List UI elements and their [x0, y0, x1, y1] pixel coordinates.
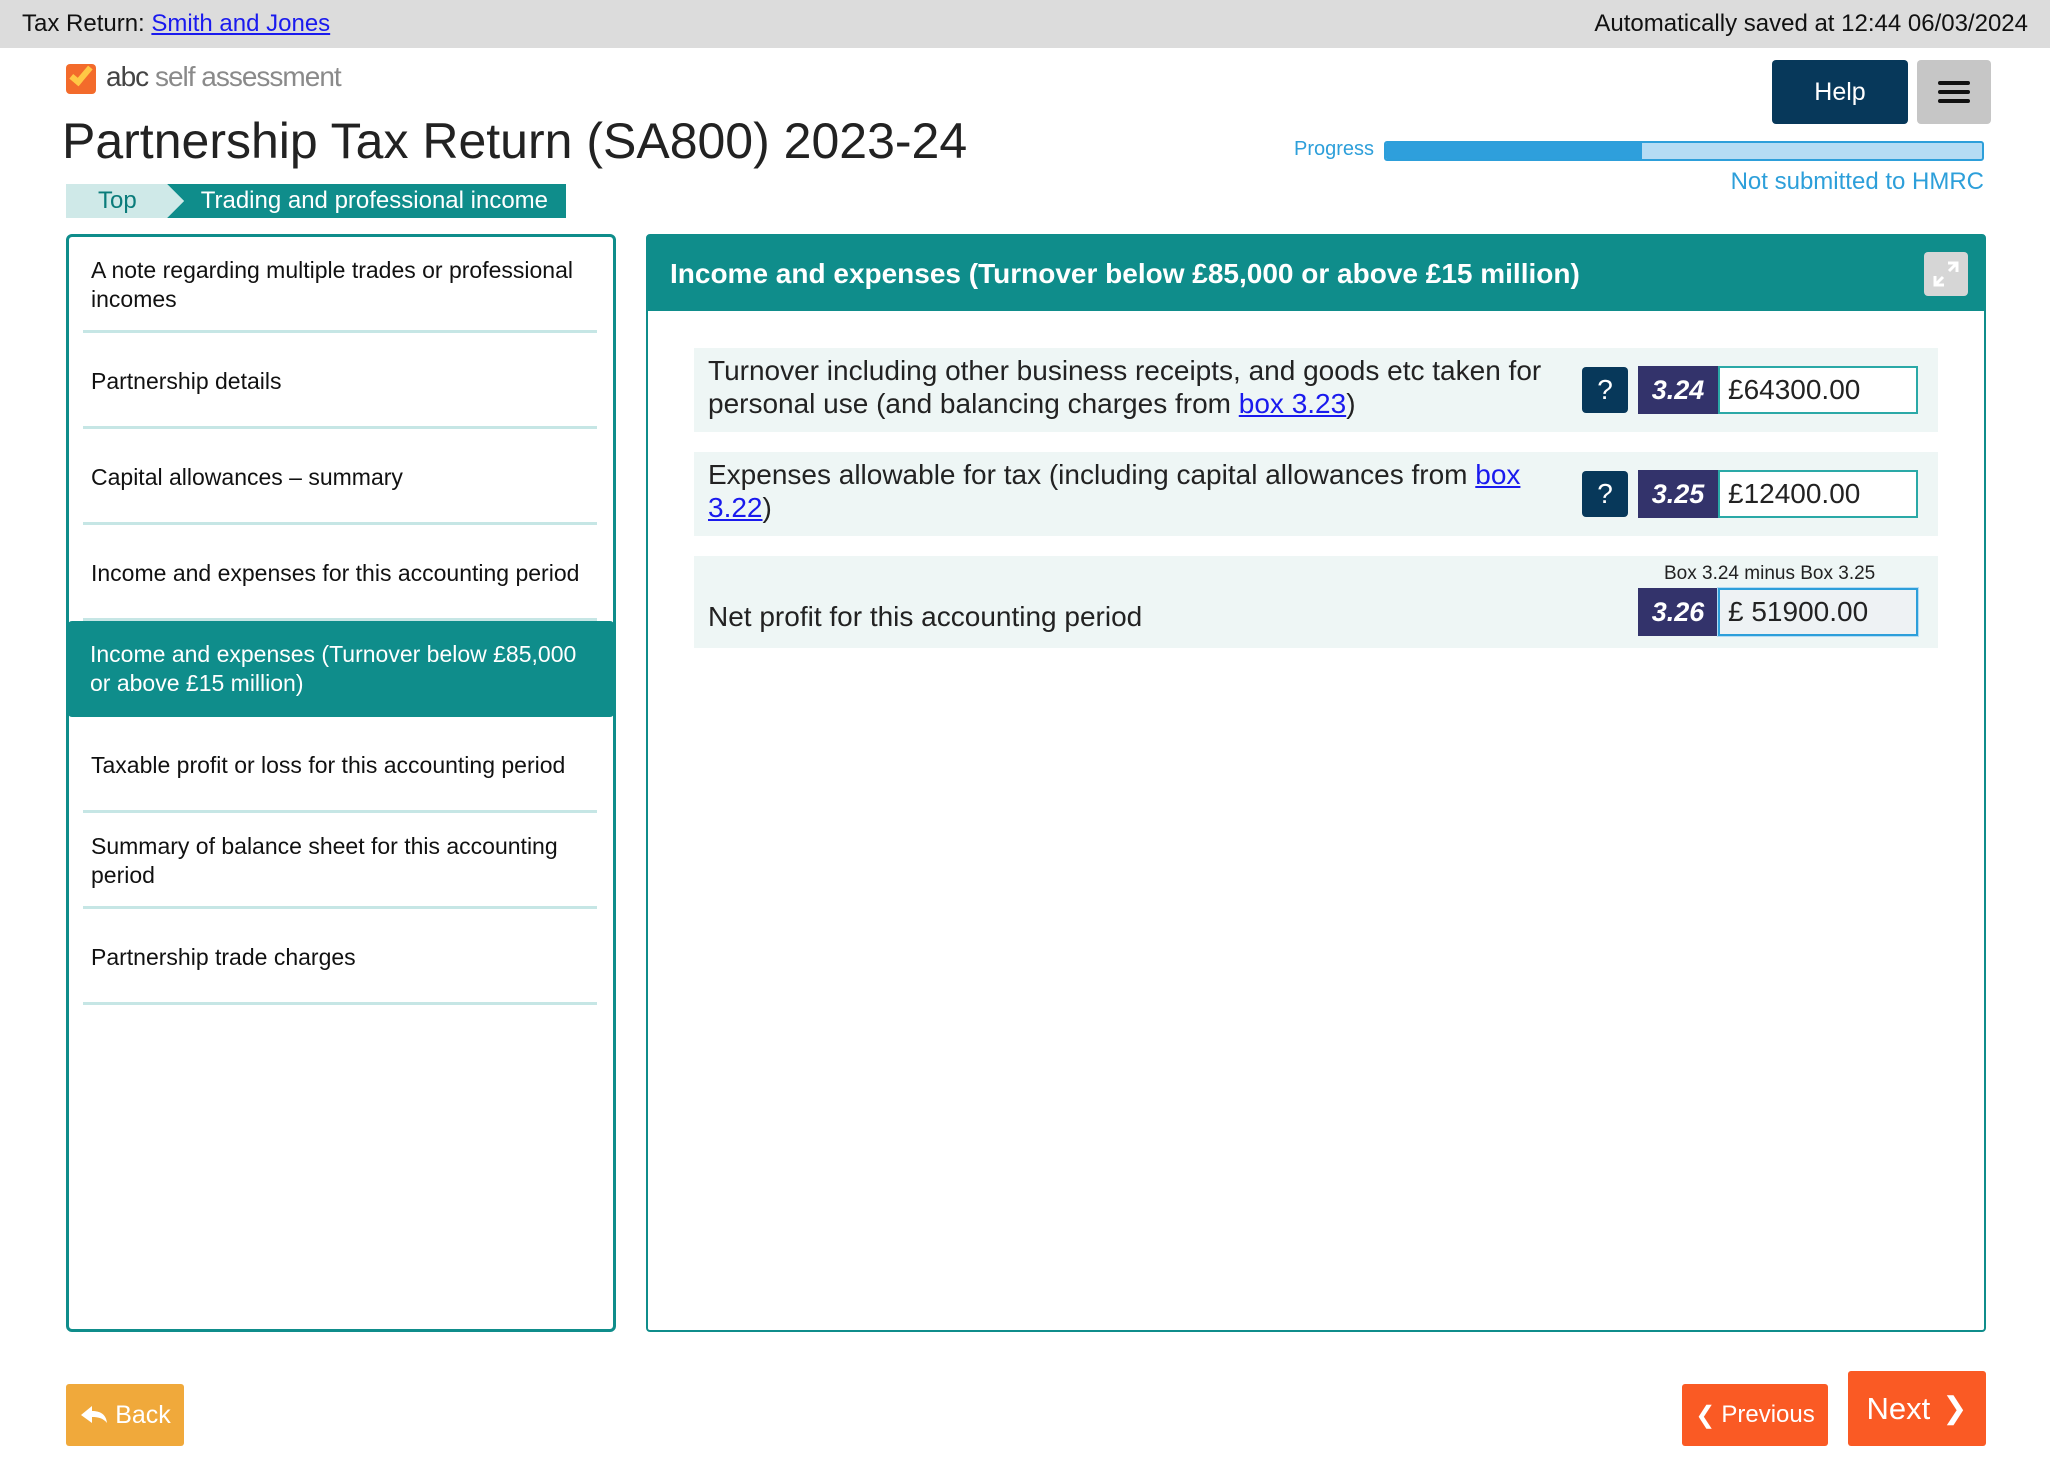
submission-status: Not submitted to HMRC [1730, 168, 1984, 195]
income-expenses-panel: Income and expenses (Turnover below £85,… [646, 234, 1986, 1332]
breadcrumb: Top Trading and professional income [66, 184, 567, 218]
app-logo: abc self assessment [66, 60, 342, 94]
chevron-right-icon: ❯ [1942, 1392, 1968, 1425]
sidebar-item-income-expenses-period[interactable]: Income and expenses for this accounting … [69, 525, 613, 621]
back-button[interactable]: Back [66, 1384, 184, 1446]
sidebar-item-balance-sheet-summary[interactable]: Summary of balance sheet for this accoun… [69, 813, 613, 909]
chevron-left-icon: ❮ [1695, 1401, 1716, 1429]
net-profit-calculation-note: Box 3.24 minus Box 3.25 [1664, 563, 1876, 584]
section-sidebar: A note regarding multiple trades or prof… [66, 234, 616, 1332]
checkmark-logo-icon [66, 61, 98, 94]
progress-bar-fill [1386, 143, 1643, 159]
page-title: Partnership Tax Return (SA800) 2023-24 [62, 113, 968, 169]
net-profit-label: Net profit for this accounting period [708, 601, 1143, 632]
expand-panel-button[interactable] [1924, 251, 1968, 296]
breadcrumb-current[interactable]: Trading and professional income [166, 184, 567, 218]
previous-button[interactable]: ❮ Previous [1682, 1384, 1828, 1446]
help-button[interactable]: Help [1772, 60, 1908, 124]
progress-bar [1384, 141, 1984, 161]
breadcrumb-top[interactable]: Top [66, 184, 184, 218]
expand-arrows-icon [1933, 261, 1959, 286]
back-arrow-icon [81, 1406, 108, 1423]
previous-label: Previous [1721, 1401, 1815, 1428]
hamburger-menu-icon [1938, 81, 1970, 103]
sidebar-item-income-expenses-turnover[interactable]: Income and expenses (Turnover below £85,… [69, 621, 613, 717]
sidebar-item-label: Taxable profit or loss for this accounti… [91, 751, 566, 778]
sidebar-item-label: Income and expenses (Turnover below £85,… [90, 641, 577, 696]
sidebar-item-label: Summary of balance sheet for this accoun… [91, 833, 558, 888]
sidebar-item-label: A note regarding multiple trades or prof… [91, 257, 574, 312]
client-link[interactable]: Smith and Jones [151, 10, 330, 37]
net-profit-row: Net profit for this accounting period Bo… [694, 556, 1938, 648]
hamburger-menu-button[interactable] [1917, 60, 1991, 124]
back-label: Back [115, 1400, 171, 1429]
autosave-status: Automatically saved at 12:44 06/03/2024 [1594, 10, 2028, 37]
tax-return-prefix: Tax Return: [22, 10, 145, 37]
sidebar-item-capital-allowances-summary[interactable]: Capital allowances – summary [69, 429, 613, 525]
box-number-3-26: 3.26 [1638, 588, 1718, 636]
sidebar-item-partnership-trade-charges[interactable]: Partnership trade charges [69, 909, 613, 1005]
panel-title: Income and expenses (Turnover below £85,… [670, 257, 1580, 289]
panel-header: Income and expenses (Turnover below £85,… [648, 236, 1984, 311]
sidebar-item-multiple-trades-note[interactable]: A note regarding multiple trades or prof… [69, 237, 613, 333]
sidebar-item-taxable-profit-loss[interactable]: Taxable profit or loss for this accounti… [69, 717, 613, 813]
sidebar-item-label: Income and expenses for this accounting … [91, 559, 580, 586]
expenses-row: Expenses allowable for tax (including ca… [694, 452, 1938, 536]
net-profit-value [1718, 588, 1918, 636]
sidebar-item-label: Capital allowances – summary [91, 463, 403, 490]
box-3-23-link[interactable]: box 3.23 [1239, 388, 1346, 419]
box-number-3-25: 3.25 [1638, 470, 1718, 518]
logo-text: abc self assessment [106, 61, 342, 92]
progress-label: Progress [1294, 138, 1375, 160]
turnover-label: Turnover including other business receip… [708, 355, 1542, 419]
next-label: Next [1866, 1390, 1931, 1426]
top-bar: Tax Return: Smith and Jones Automaticall… [0, 0, 2050, 48]
sidebar-item-label: Partnership trade charges [91, 943, 356, 970]
tax-return-heading: Tax Return: Smith and Jones [22, 10, 330, 38]
sidebar-item-label: Partnership details [91, 367, 282, 394]
expenses-help-button[interactable]: ? [1582, 471, 1628, 517]
expenses-label: Expenses allowable for tax (including ca… [708, 459, 1521, 523]
sidebar-item-partnership-details[interactable]: Partnership details [69, 333, 613, 429]
turnover-row: Turnover including other business receip… [694, 348, 1938, 432]
next-button[interactable]: Next ❯ [1848, 1371, 1986, 1446]
turnover-help-button[interactable]: ? [1582, 367, 1628, 413]
turnover-input[interactable] [1718, 366, 1918, 414]
box-number-3-24: 3.24 [1638, 366, 1718, 414]
expenses-input[interactable] [1718, 470, 1918, 518]
